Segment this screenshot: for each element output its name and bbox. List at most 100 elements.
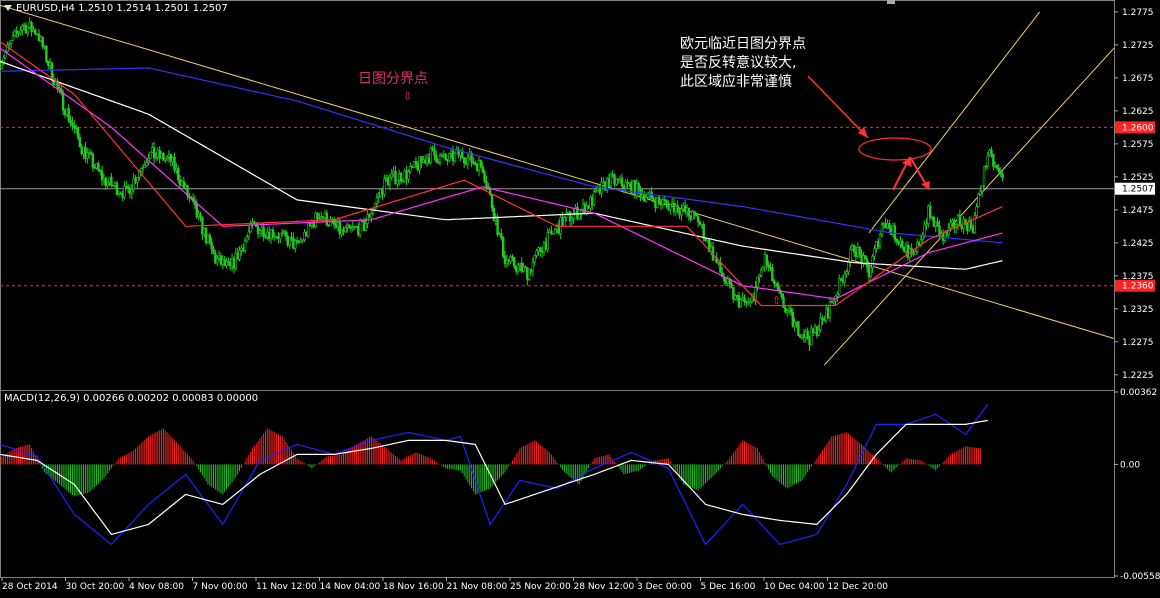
candle-body <box>888 223 891 229</box>
candle-body <box>958 214 962 225</box>
candle-body <box>696 215 700 223</box>
price-pane-frame <box>0 0 1115 391</box>
candle-body <box>617 178 620 181</box>
candle-body <box>282 231 286 233</box>
candle-body <box>24 24 28 34</box>
candle-body <box>440 155 444 157</box>
candle-body <box>622 185 626 189</box>
candle-body <box>82 146 85 154</box>
candle-body <box>784 307 787 313</box>
candle-body <box>643 194 646 202</box>
chevron-down-icon[interactable] <box>4 5 12 11</box>
candle-body <box>633 180 637 197</box>
candle-body <box>275 236 278 238</box>
analysis-line-2: 是否反转意议较大, <box>680 55 797 71</box>
y-tick-label: 1.2675 <box>1122 74 1154 84</box>
candle-body <box>529 268 533 272</box>
candle-body <box>552 233 555 235</box>
candle-body <box>184 185 187 189</box>
candle-body <box>165 156 169 160</box>
candle-body <box>737 295 741 308</box>
candle-body <box>494 218 497 221</box>
candle-body <box>589 196 592 209</box>
candle-body <box>531 261 535 272</box>
candle-body <box>301 239 304 241</box>
candle-body <box>886 223 889 229</box>
candle-body <box>980 185 984 192</box>
candle-body <box>299 239 302 243</box>
candle-body <box>657 196 661 202</box>
candle-body <box>351 226 354 228</box>
candle-body <box>145 162 148 166</box>
candle-body <box>795 321 798 324</box>
candle-body <box>208 234 212 243</box>
candle-body <box>852 245 856 253</box>
level-price-label: 1.2600 <box>1122 123 1154 133</box>
candle-body <box>769 266 772 269</box>
candle-body <box>472 162 475 164</box>
candle-body <box>95 163 98 169</box>
candle-body <box>32 29 35 32</box>
candle-body <box>260 226 263 231</box>
candle-body <box>268 231 271 239</box>
x-tick-label: 11 Nov 12:00 <box>256 582 317 592</box>
candle-body <box>349 227 353 229</box>
candle-body <box>37 33 41 42</box>
candle-body <box>966 222 969 231</box>
candle-body <box>30 22 33 32</box>
candle-body <box>527 268 531 280</box>
candle-body <box>774 283 778 285</box>
candle-body <box>741 297 744 301</box>
candle-body <box>823 318 826 322</box>
candle-body <box>169 153 173 162</box>
y-tick-label: 1.2725 <box>1122 41 1154 51</box>
candle-body <box>242 247 245 252</box>
candle-body <box>800 334 804 338</box>
candle-body <box>771 267 774 282</box>
candle-body <box>91 154 95 168</box>
candle-body <box>626 181 629 184</box>
candle-body <box>247 231 250 238</box>
candle-body <box>279 233 282 240</box>
macd-y-tick-label: 0.00362 <box>1120 388 1157 398</box>
candle-body <box>620 177 624 187</box>
candle-body <box>758 274 761 278</box>
candle-body <box>706 238 709 242</box>
candle-body <box>615 178 618 185</box>
candle-body <box>431 147 434 150</box>
candle-body <box>86 152 89 159</box>
candle-body <box>11 35 15 41</box>
candle-body <box>999 171 1002 175</box>
y-tick-label: 1.2475 <box>1122 206 1154 216</box>
candle-body <box>154 156 158 159</box>
candle-body <box>665 200 668 204</box>
pivot-up-arrow-icon: ⇧ <box>772 294 781 307</box>
candle-body <box>767 264 770 268</box>
candle-body <box>423 159 427 164</box>
candle-body <box>624 181 627 189</box>
candle-body <box>74 127 78 129</box>
candle-body <box>756 276 759 288</box>
candle-body <box>388 176 392 186</box>
candle-body <box>368 214 371 218</box>
candle-body <box>988 149 991 156</box>
candle-body <box>691 210 694 220</box>
candle-body <box>8 42 11 45</box>
candle-body <box>533 255 536 263</box>
candle-body <box>678 211 681 216</box>
candle-body <box>243 240 247 252</box>
candle-body <box>652 198 655 203</box>
candle-body <box>19 30 22 34</box>
window-marker-icon <box>887 0 895 4</box>
candle-body <box>765 254 769 266</box>
candle-body <box>446 159 449 162</box>
candle-body <box>1001 174 1004 179</box>
candle-body <box>672 202 676 213</box>
candle-body <box>858 247 861 255</box>
candle-body <box>195 204 199 218</box>
candle-body <box>425 157 429 164</box>
candle-body <box>860 253 863 264</box>
candle-body <box>507 259 510 262</box>
candle-body <box>724 280 728 284</box>
candle-body <box>483 171 486 182</box>
